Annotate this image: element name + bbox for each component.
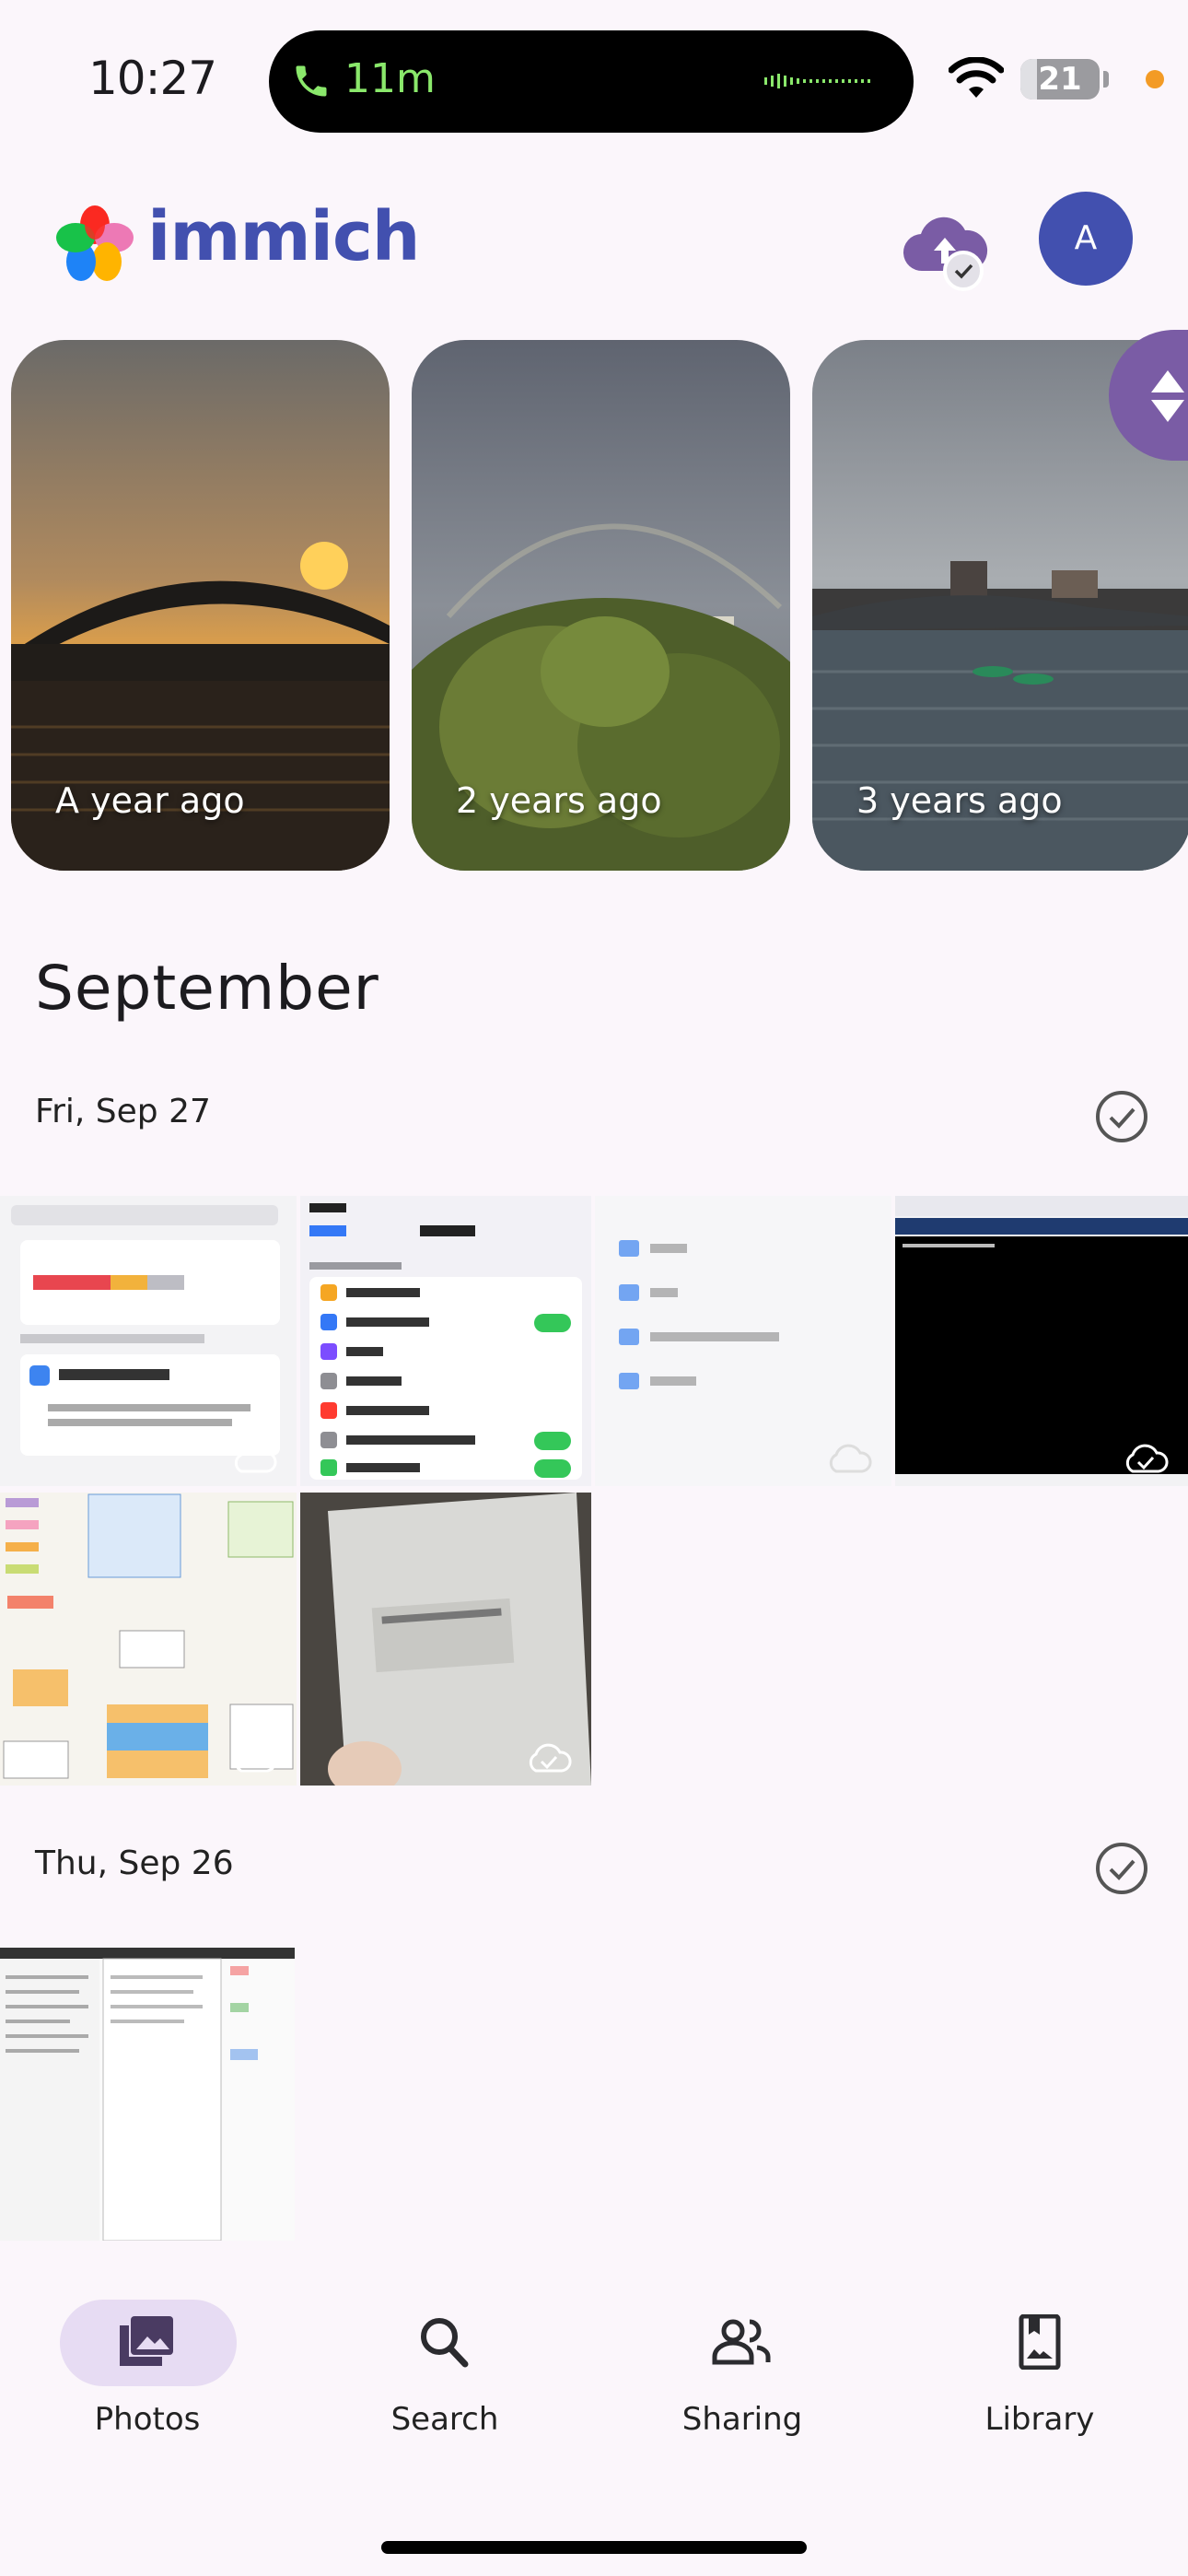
status-time: 10:27 xyxy=(88,52,217,105)
cloud-synced-icon xyxy=(234,1444,277,1473)
photo-thumbnail[interactable] xyxy=(595,1196,891,1486)
search-icon xyxy=(421,2318,469,2368)
photo-thumbnail[interactable] xyxy=(0,1196,297,1486)
battery-level: 21 xyxy=(1038,61,1082,98)
photos-icon xyxy=(120,2316,173,2366)
photo-thumbnail[interactable] xyxy=(300,1493,591,1786)
phone-icon xyxy=(296,65,327,97)
scroll-arrows-icon xyxy=(1151,370,1184,422)
photo-thumbnail[interactable] xyxy=(895,1196,1188,1486)
nav-label: Photos xyxy=(94,2401,201,2438)
cloud-backup-icon[interactable] xyxy=(901,210,989,293)
home-indicator[interactable] xyxy=(381,2541,807,2554)
battery-tip xyxy=(1103,71,1109,88)
memory-label: A year ago xyxy=(55,780,245,821)
desktop-screenshot xyxy=(0,1948,295,2241)
app-permissions-screenshot xyxy=(309,1203,582,1480)
photo-thumbnail[interactable] xyxy=(0,1948,295,2241)
cloud-synced-icon xyxy=(529,1743,572,1773)
nav-label: Library xyxy=(984,2401,1095,2438)
privacy-indicator-dot xyxy=(1146,70,1164,88)
cloud-synced-icon xyxy=(234,1743,277,1773)
photo-thumbnail[interactable] xyxy=(0,1493,297,1786)
battery-indicator: 21 xyxy=(1020,59,1100,100)
photo-thumbnail[interactable] xyxy=(300,1196,591,1486)
day-header: Thu, Sep 26 xyxy=(35,1844,234,1882)
call-duration: 11m xyxy=(344,55,436,102)
memory-label: 3 years ago xyxy=(856,780,1063,821)
memory-card[interactable]: 2 years ago xyxy=(412,340,790,871)
memory-label: 2 years ago xyxy=(456,780,662,821)
select-day-check-icon[interactable] xyxy=(1094,1089,1149,1144)
library-icon xyxy=(1019,2314,1061,2370)
nav-photos[interactable]: Photos xyxy=(28,2298,267,2445)
app-title: immich xyxy=(147,197,420,276)
memory-card[interactable]: A year ago xyxy=(11,340,390,871)
dynamic-island-call[interactable]: 11m xyxy=(269,30,914,133)
cloud-synced-icon xyxy=(829,1444,872,1473)
day-header: Fri, Sep 27 xyxy=(35,1093,211,1130)
nav-label: Sharing xyxy=(681,2401,803,2438)
nav-label: Search xyxy=(390,2401,499,2438)
select-day-check-icon[interactable] xyxy=(1094,1841,1149,1896)
timeline-scrubber-handle[interactable] xyxy=(1109,330,1188,461)
month-header: September xyxy=(35,953,379,1024)
audio-wave-icon xyxy=(764,74,870,88)
user-avatar[interactable]: A xyxy=(1039,192,1133,286)
nav-search[interactable]: Search xyxy=(325,2298,565,2445)
nav-library[interactable]: Library xyxy=(920,2298,1159,2445)
immich-logo-icon xyxy=(56,205,134,281)
sharing-icon xyxy=(712,2319,771,2365)
nav-sharing[interactable]: Sharing xyxy=(623,2298,862,2445)
wifi-icon xyxy=(949,57,1004,98)
cloud-synced-icon xyxy=(1125,1444,1169,1473)
